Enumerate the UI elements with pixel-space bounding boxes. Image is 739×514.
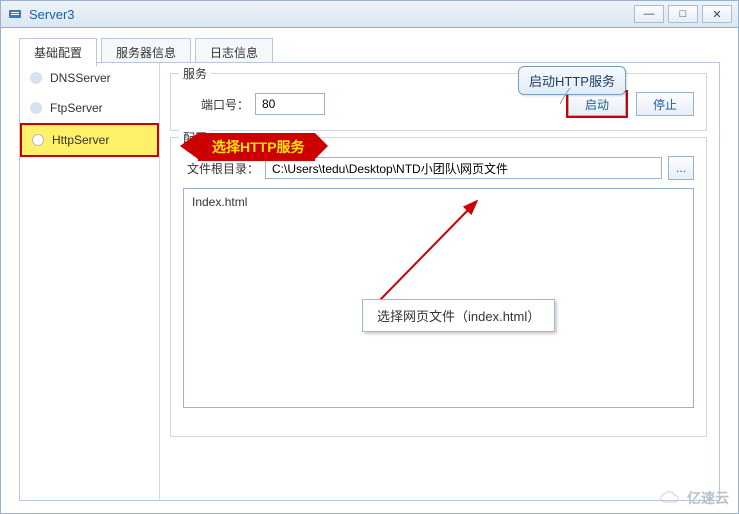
watermark: 亿速云 — [659, 488, 729, 508]
file-list[interactable]: Index.html — [183, 188, 694, 408]
stop-button[interactable]: 停止 — [636, 92, 694, 116]
window-controls: — □ ✕ — [630, 5, 732, 23]
sidebar: DNSServer FtpServer HttpServer — [20, 63, 160, 500]
content-area: 基础配置 服务器信息 日志信息 DNSServer FtpServer Http… — [0, 28, 739, 514]
browse-button[interactable]: ... — [668, 156, 694, 180]
list-item[interactable]: Index.html — [192, 195, 685, 209]
status-dot-icon — [32, 134, 44, 146]
sidebar-item-dns[interactable]: DNSServer — [20, 63, 159, 93]
annotation-select-file: 选择网页文件（index.html） — [362, 299, 555, 332]
service-legend: 服务 — [179, 65, 211, 82]
status-dot-icon — [30, 102, 42, 114]
config-fieldset: 配置 文件根目录： ... Index.html — [170, 137, 707, 437]
root-dir-input[interactable] — [265, 157, 662, 179]
tab-panel: DNSServer FtpServer HttpServer 服务 端口号： 启… — [19, 62, 720, 501]
annotation-select-http: 选择HTTP服务 — [198, 133, 315, 161]
port-input[interactable] — [255, 93, 325, 115]
root-dir-label: 文件根目录： — [183, 160, 265, 177]
maximize-button[interactable]: □ — [668, 5, 698, 23]
sidebar-item-ftp[interactable]: FtpServer — [20, 93, 159, 123]
title-bar: Server3 — □ ✕ — [0, 0, 739, 28]
service-fieldset: 服务 端口号： 启动 停止 — [170, 73, 707, 131]
status-dot-icon — [30, 72, 42, 84]
tab-basic-config[interactable]: 基础配置 — [19, 38, 97, 66]
sidebar-item-label: FtpServer — [50, 101, 103, 115]
window-title: Server3 — [29, 7, 630, 22]
sidebar-item-label: DNSServer — [50, 71, 111, 85]
port-label: 端口号： — [183, 96, 255, 113]
annotation-start-http: 启动HTTP服务 — [518, 66, 626, 95]
sidebar-item-http[interactable]: HttpServer — [20, 123, 159, 157]
close-button[interactable]: ✕ — [702, 5, 732, 23]
start-button[interactable]: 启动 — [568, 92, 626, 116]
app-icon — [7, 6, 23, 22]
sidebar-item-label: HttpServer — [52, 133, 109, 147]
minimize-button[interactable]: — — [634, 5, 664, 23]
cloud-icon — [659, 490, 683, 506]
